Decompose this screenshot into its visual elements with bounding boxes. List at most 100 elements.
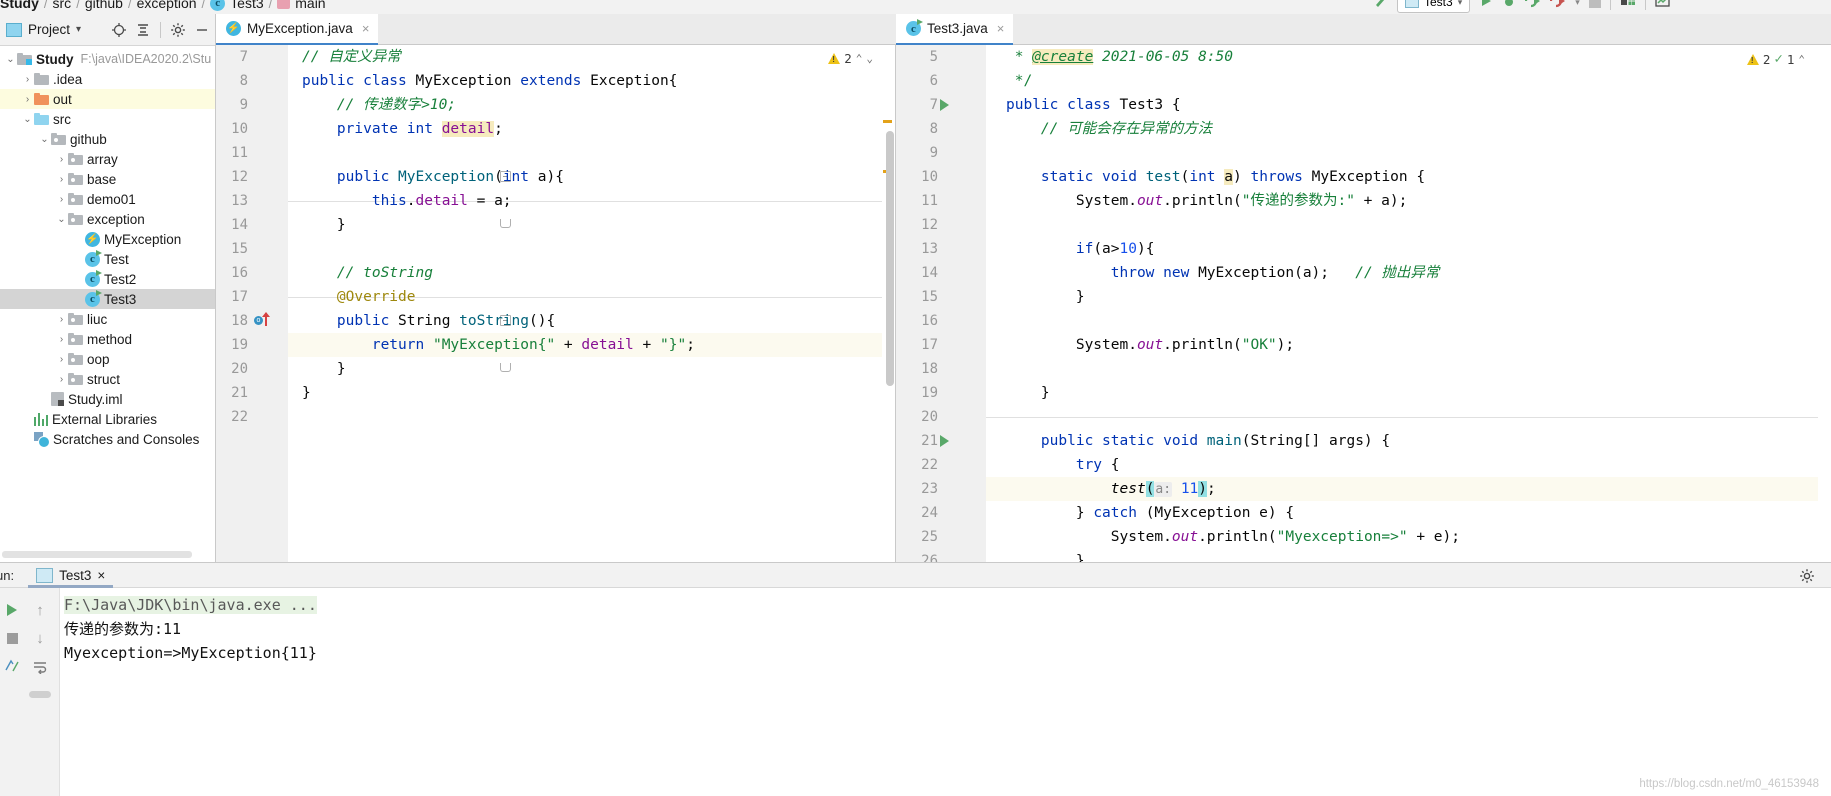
chevron-right-icon[interactable]: › [55,334,68,345]
chevron-down-icon[interactable]: ▾ [1575,0,1580,8]
code-line: } [1006,385,1050,401]
tree-item-myexception[interactable]: ⚡ MyException [0,229,215,249]
more-icon[interactable] [26,680,54,708]
line-number: 25 [921,529,938,545]
chevron-right-icon[interactable]: › [55,154,68,165]
chevron-down-icon[interactable]: ▾ [1458,0,1463,8]
tree-item-test[interactable]: c Test [0,249,215,269]
fold-marker[interactable] [500,363,511,372]
project-tree[interactable]: ⌄ Study F:\java\IDEA2020.2\Stu › .idea › out ⌄ s… [0,46,215,449]
tree-item-label: .idea [53,71,83,87]
chevron-right-icon[interactable]: › [21,94,34,105]
gear-icon[interactable] [1799,568,1815,587]
profile-icon[interactable] [1550,0,1566,11]
run-tab-test3[interactable]: Test3 × [28,562,114,588]
tree-item-label: Test3 [104,291,137,307]
tree-item-demo01[interactable]: › demo01 [0,189,215,209]
chevron-right-icon[interactable]: › [55,174,68,185]
hide-icon[interactable] [193,21,211,39]
breadcrumb-separator: / [268,0,273,11]
breadcrumb-item-test3[interactable]: Test3 [230,0,263,11]
run-configuration-selector[interactable]: Test3 ▾ [1397,0,1471,13]
breadcrumb-item-main[interactable]: main [295,0,325,11]
stop-icon[interactable] [0,624,26,652]
line-number: 12 [921,217,938,233]
tree-item-idea[interactable]: › .idea [0,69,215,89]
line-number: 7 [929,97,938,113]
run-method-icon[interactable] [940,435,949,447]
tree-item-icon-wrap [34,432,50,448]
chevron-right-icon[interactable]: › [55,354,68,365]
console-icon [36,567,54,583]
tree-item-src[interactable]: ⌄ src [0,109,215,129]
editor-myexception-java[interactable]: 7 8 9 10 11 12 13 14 15 16 17 18 19 20 2… [216,45,896,562]
tree-item-method[interactable]: › method [0,329,215,349]
close-icon[interactable]: × [97,568,105,583]
chart-icon[interactable] [1655,0,1671,11]
debug-icon[interactable] [1502,0,1516,11]
tree-item-exception[interactable]: ⌄ exception [0,209,215,229]
run-console-output[interactable]: F:\Java\JDK\bin\java.exe ... 传递的参数为:11 M… [61,588,1831,796]
run-icon[interactable] [1479,0,1493,11]
tree-item-github[interactable]: ⌄ github [0,129,215,149]
prev-problem-icon[interactable]: ⌃ [1798,53,1805,66]
breadcrumb-item-src[interactable]: src [53,0,72,11]
chevron-down-icon[interactable]: ⌄ [55,214,68,225]
chevron-right-icon[interactable]: › [55,374,68,385]
project-tree-horizontal-scrollbar[interactable] [2,551,192,558]
tab-myexception-java[interactable]: ⚡ MyException.java × [216,14,379,45]
tree-item-struct[interactable]: › struct [0,369,215,389]
error-stripe-right[interactable] [1818,45,1831,562]
warning-count: 2 [1762,51,1771,67]
prev-problem-icon[interactable]: ⌃ [856,52,863,65]
inspection-widget-left[interactable]: 2 ⌃ ⌄ [828,51,873,66]
scroll-up-icon[interactable]: ↑ [26,596,54,624]
tree-item-external-libraries[interactable]: External Libraries [0,409,215,429]
thread-dump-icon[interactable] [0,652,26,680]
toolbar-divider [160,21,161,38]
tree-item-oop[interactable]: › oop [0,349,215,369]
breadcrumb-item-github[interactable]: github [85,0,123,11]
editor-test3-java[interactable]: 5 6 7 8 9 10 11 12 13 14 15 16 17 18 19 … [896,45,1831,562]
tree-item-liuc[interactable]: › liuc [0,309,215,329]
inspection-widget-right[interactable]: 2 ✓ 1 ⌃ [1746,51,1805,67]
scroll-down-icon[interactable]: ↓ [26,624,54,652]
tree-item-study-iml[interactable]: Study.iml [0,389,215,409]
chevron-down-icon[interactable]: ⌄ [21,114,34,125]
tree-item-test3[interactable]: c Test3 [0,289,215,309]
build-icon[interactable] [1374,0,1388,11]
soft-wrap-icon[interactable] [26,652,54,680]
chevron-right-icon[interactable]: › [55,314,68,325]
run-class-icon[interactable] [940,99,949,111]
tree-item-out[interactable]: › out [0,89,215,109]
close-icon[interactable]: × [362,21,370,36]
chevron-down-icon[interactable]: ⌄ [38,134,51,145]
fold-marker[interactable] [500,219,511,228]
chevron-down-icon[interactable]: ⌄ [4,54,17,65]
line-number: 11 [921,193,938,209]
tree-item-test2[interactable]: c Test2 [0,269,215,289]
layout-icon[interactable] [1620,0,1636,11]
tree-item-icon-wrap: c [85,269,102,287]
tab-test3-java[interactable]: c Test3.java × [896,14,1014,45]
override-method-icon[interactable]: o [254,312,274,328]
breadcrumb-item-exception[interactable]: exception [137,0,197,11]
tree-item-scratches-and-consoles[interactable]: Scratches and Consoles [0,429,215,449]
run-with-coverage-icon[interactable] [1525,0,1541,11]
locate-icon[interactable] [110,21,128,39]
package-icon [68,173,83,185]
gear-icon[interactable] [169,21,187,39]
rerun-icon[interactable] [0,596,26,624]
editor-vertical-scrollbar[interactable] [886,131,894,386]
chevron-right-icon[interactable]: › [21,74,34,85]
chevron-right-icon[interactable]: › [55,194,68,205]
next-problem-icon[interactable]: ⌄ [866,52,873,65]
tree-item-array[interactable]: › array [0,149,215,169]
tree-item-study[interactable]: ⌄ Study F:\java\IDEA2020.2\Stu [0,49,215,69]
close-icon[interactable]: × [997,21,1005,36]
breadcrumb-item-study[interactable]: Study [0,0,39,11]
code-line: public class MyException extends Excepti… [302,73,678,89]
chevron-down-icon[interactable]: ▾ [76,24,81,35]
collapse-all-icon[interactable] [134,21,152,39]
tree-item-base[interactable]: › base [0,169,215,189]
